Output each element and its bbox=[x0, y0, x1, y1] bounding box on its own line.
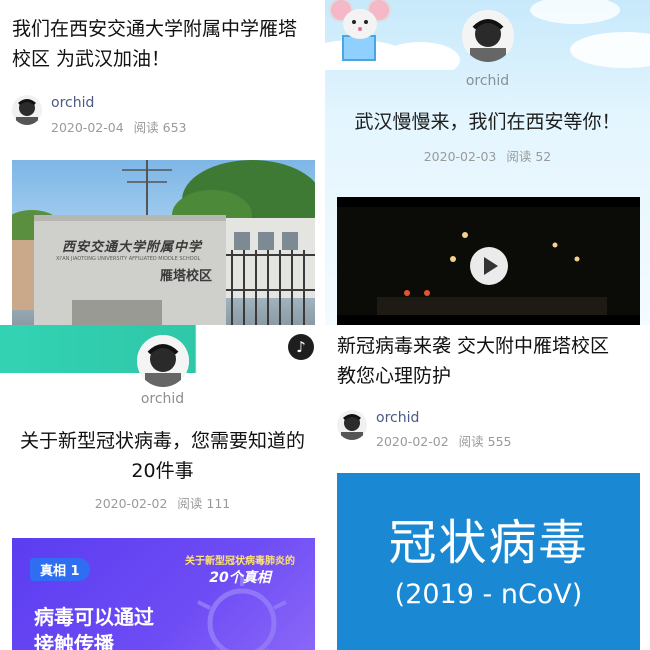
banner-heading-big: 20个真相 bbox=[209, 570, 271, 586]
article-title[interactable]: 武汉慢慢来，我们在西安等你！ bbox=[325, 107, 650, 137]
cover-title: 冠状病毒 bbox=[388, 515, 589, 571]
publish-date: 2020-02-02 bbox=[376, 434, 449, 449]
author-name[interactable]: orchid bbox=[325, 73, 650, 89]
author-name[interactable]: orchid bbox=[0, 391, 325, 407]
read-count: 阅读 111 bbox=[177, 496, 231, 511]
cover-subtitle: (2019 - nCoV) bbox=[394, 579, 583, 610]
cover-image[interactable]: 真相 1 关于新型冠状病毒肺炎的 20个真相 病毒可以通过 接触传播 bbox=[12, 538, 315, 650]
article-card-3[interactable]: ♪ orchid 关于新型冠状病毒，您需要知道的 20件事 2020-02-02… bbox=[0, 325, 325, 650]
sign-school-name: 西安交通大学附属中学 bbox=[62, 240, 203, 255]
article-title[interactable]: 我们在西安交通大学附属中学雁塔 校区 为武汉加油！ bbox=[12, 14, 297, 74]
play-icon[interactable] bbox=[470, 247, 508, 285]
article-meta: 2020-02-04 阅读 653 bbox=[51, 117, 187, 136]
read-count: 阅读 653 bbox=[133, 120, 187, 135]
sign-english: XI'AN JIAOTONG UNIVERSITY AFFILIATED MID… bbox=[56, 256, 201, 262]
article-meta: 2020-02-02 阅读 555 bbox=[376, 431, 512, 450]
sign-campus: 雁塔校区 bbox=[160, 269, 213, 284]
avatar[interactable] bbox=[462, 10, 514, 62]
publish-date: 2020-02-03 bbox=[423, 149, 497, 164]
article-meta: 2020-02-03 阅读 52 bbox=[325, 146, 650, 165]
title-line: 教您心理防护 bbox=[337, 365, 452, 387]
avatar[interactable] bbox=[137, 335, 189, 387]
banner-heading: 关于新型冠状病毒肺炎的 20个真相 bbox=[185, 552, 295, 587]
title-line: 20件事 bbox=[131, 460, 194, 482]
read-count: 阅读 555 bbox=[458, 434, 512, 449]
article-meta: 2020-02-02 阅读 111 bbox=[0, 493, 325, 512]
publish-date: 2020-02-04 bbox=[51, 120, 124, 135]
publish-date: 2020-02-02 bbox=[94, 496, 168, 511]
title-line: 校区 为武汉加油！ bbox=[12, 48, 171, 70]
title-line: 新冠病毒来袭 交大附中雁塔校区 bbox=[337, 335, 610, 357]
author-name[interactable]: orchid bbox=[376, 410, 419, 426]
article-title[interactable]: 关于新型冠状病毒，您需要知道的 20件事 bbox=[0, 426, 325, 486]
banner-text: 病毒可以通过 接触传播 bbox=[34, 604, 154, 650]
title-line: 关于新型冠状病毒，您需要知道的 bbox=[19, 430, 305, 452]
article-card-4[interactable]: 新冠病毒来袭 交大附中雁塔校区 教您心理防护 orchid 2020-02-02… bbox=[325, 325, 650, 650]
cover-image[interactable]: 冠状病毒 (2019 - nCoV) bbox=[337, 473, 640, 650]
banner-line: 接触传播 bbox=[34, 632, 114, 650]
title-line: 我们在西安交通大学附属中学雁塔 bbox=[12, 18, 298, 40]
fact-tag: 真相 1 bbox=[30, 558, 90, 581]
music-note-icon[interactable]: ♪ bbox=[288, 334, 314, 360]
video-player[interactable] bbox=[337, 197, 640, 325]
article-card-2[interactable]: orchid 武汉慢慢来，我们在西安等你！ 2020-02-03 阅读 52 bbox=[325, 0, 650, 325]
article-card-1[interactable]: 我们在西安交通大学附属中学雁塔 校区 为武汉加油！ orchid 2020-02… bbox=[0, 0, 325, 325]
author-name[interactable]: orchid bbox=[51, 95, 94, 111]
avatar[interactable] bbox=[337, 410, 367, 440]
cover-image[interactable]: 西安交通大学附属中学 XI'AN JIAOTONG UNIVERSITY AFF… bbox=[12, 160, 315, 325]
read-count: 阅读 52 bbox=[506, 149, 552, 164]
banner-line: 病毒可以通过 bbox=[34, 605, 154, 629]
banner-heading-small: 关于新型冠状病毒肺炎的 bbox=[185, 556, 295, 567]
avatar[interactable] bbox=[12, 95, 42, 125]
article-title[interactable]: 新冠病毒来袭 交大附中雁塔校区 教您心理防护 bbox=[337, 331, 609, 391]
mouse-mascot-icon bbox=[329, 0, 391, 61]
